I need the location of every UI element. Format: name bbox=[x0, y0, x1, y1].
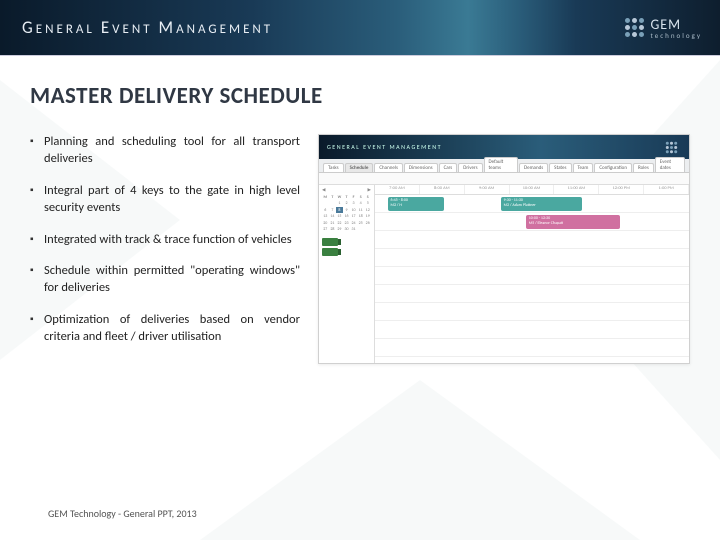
app-tab[interactable]: Event dates bbox=[655, 157, 685, 172]
calendar-panel: ◀▶ MTWTFSS123456789101112131415161718192… bbox=[319, 185, 375, 363]
schedule-grid: 7:00 AM8:00 AM9:00 AM10:00 AM11:00 AM12:… bbox=[375, 185, 689, 363]
app-tab[interactable]: Team bbox=[573, 163, 594, 172]
app-header-title: GENERAL EVENT MANAGEMENT bbox=[327, 143, 442, 151]
app-toolbar bbox=[319, 173, 689, 185]
bullet-item: Schedule within permitted "operating win… bbox=[30, 263, 300, 297]
truck-icon bbox=[322, 238, 338, 246]
app-tab[interactable]: Schedule bbox=[345, 163, 374, 172]
slide-title: MASTER DELIVERY SCHEDULE bbox=[30, 82, 690, 110]
bullet-item: Planning and scheduling tool for all tra… bbox=[30, 134, 300, 168]
schedule-row: 6:45 - 8:00M2 / H 9:30 - 11:30M2 / Adam P… bbox=[375, 195, 689, 213]
schedule-row bbox=[375, 267, 689, 285]
schedule-event[interactable]: 9:30 - 11:30M2 / Adam Plattner bbox=[501, 197, 583, 211]
schedule-row: 10:00 - 12:30M5 / Eleanor Chapati bbox=[375, 213, 689, 231]
schedule-row bbox=[375, 249, 689, 267]
schedule-event[interactable]: 10:00 - 12:30M5 / Eleanor Chapati bbox=[526, 215, 620, 229]
app-tabs: TasksScheduleChannelsDimensionsCarsDrive… bbox=[319, 159, 689, 173]
app-tab[interactable]: States bbox=[549, 163, 571, 172]
bullet-item: Integrated with track & trace function o… bbox=[30, 232, 300, 249]
app-tab[interactable]: Channels bbox=[374, 163, 403, 172]
bullet-list: Planning and scheduling tool for all tra… bbox=[30, 134, 300, 364]
schedule-row bbox=[375, 285, 689, 303]
gem-logo-dots-icon bbox=[625, 18, 644, 37]
app-tab[interactable]: Default teams bbox=[484, 157, 518, 172]
footer-text: GEM Technology - General PPT, 2013 bbox=[48, 507, 197, 520]
schedule-row bbox=[375, 339, 689, 357]
app-tab[interactable]: Cars bbox=[439, 163, 458, 172]
truck-icon bbox=[322, 248, 338, 256]
header-bar: GENERAL EVENT MANAGEMENT GEM technology bbox=[0, 0, 720, 56]
schedule-row bbox=[375, 231, 689, 249]
bullet-item: Integral part of 4 keys to the gate in h… bbox=[30, 183, 300, 217]
app-tab[interactable]: Demands bbox=[519, 163, 548, 172]
app-screenshot: GENERAL EVENT MANAGEMENT TasksScheduleCh… bbox=[318, 134, 690, 364]
app-tab[interactable]: Dimensions bbox=[404, 163, 438, 172]
app-header-logo-icon bbox=[666, 141, 677, 152]
app-tab[interactable]: Drivers bbox=[458, 163, 482, 172]
bullet-item: Optimization of deliveries based on vend… bbox=[30, 312, 300, 346]
gem-logo-subtext: technology bbox=[650, 33, 702, 39]
app-tab[interactable]: Roles bbox=[633, 163, 654, 172]
app-tab[interactable]: Tasks bbox=[323, 163, 344, 172]
schedule-row bbox=[375, 321, 689, 339]
company-name: GENERAL EVENT MANAGEMENT bbox=[22, 17, 273, 38]
schedule-row bbox=[375, 303, 689, 321]
app-tab[interactable]: Configuration bbox=[594, 163, 632, 172]
gem-logo: GEM technology bbox=[625, 16, 702, 39]
schedule-event[interactable]: 6:45 - 8:00M2 / H bbox=[388, 197, 445, 211]
